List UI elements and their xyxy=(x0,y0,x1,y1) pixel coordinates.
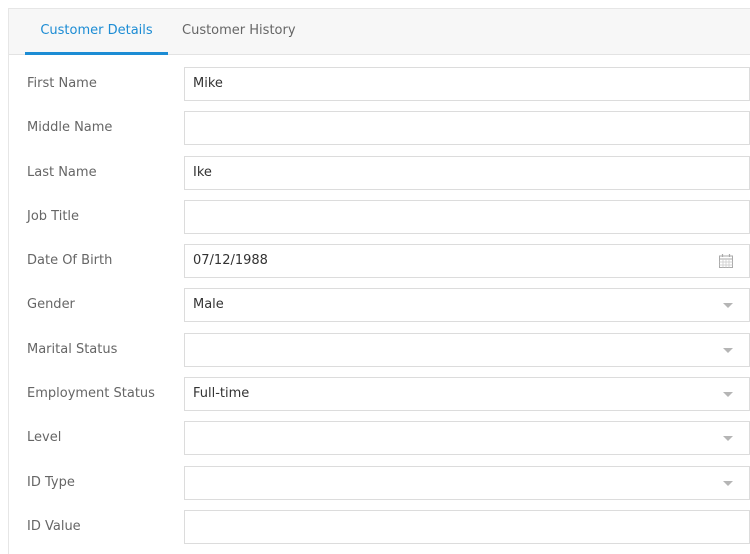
level-select[interactable] xyxy=(184,421,750,455)
row-gender: Gender Male xyxy=(9,283,750,327)
id-type-select[interactable] xyxy=(184,466,750,500)
chevron-down-icon[interactable] xyxy=(723,436,733,441)
tab-customer-history[interactable]: Customer History xyxy=(172,9,306,55)
job-title-field[interactable] xyxy=(184,200,750,234)
row-date-of-birth: Date Of Birth 07/12/1988 xyxy=(9,239,750,283)
middle-name-label: Middle Name xyxy=(27,120,113,135)
gender-select[interactable]: Male xyxy=(184,288,750,322)
row-level: Level xyxy=(9,416,750,460)
gender-label: Gender xyxy=(27,297,75,312)
job-title-label: Job Title xyxy=(27,209,80,224)
id-type-label: ID Type xyxy=(27,475,75,490)
first-name-label: First Name xyxy=(27,76,97,91)
last-name-label: Last Name xyxy=(27,165,97,180)
id-value-label: ID Value xyxy=(27,519,81,534)
chevron-down-icon[interactable] xyxy=(723,481,733,486)
row-employment-status: Employment Status Full-time xyxy=(9,372,750,416)
gender-value: Male xyxy=(193,297,224,312)
last-name-field[interactable]: Ike xyxy=(184,156,750,190)
middle-name-field[interactable] xyxy=(184,111,750,145)
tab-customer-details[interactable]: Customer Details xyxy=(25,9,168,55)
customer-panel: Customer Details Customer History First … xyxy=(8,8,750,554)
row-id-value: ID Value xyxy=(9,505,750,549)
row-job-title: Job Title xyxy=(9,195,750,239)
calendar-icon[interactable] xyxy=(718,253,734,269)
date-of-birth-value: 07/12/1988 xyxy=(193,253,268,268)
chevron-down-icon[interactable] xyxy=(723,392,733,397)
row-first-name: First Name Mike xyxy=(9,62,750,106)
last-name-value: Ike xyxy=(193,165,212,180)
first-name-field[interactable]: Mike xyxy=(184,67,750,101)
level-label: Level xyxy=(27,430,62,445)
row-last-name: Last Name Ike xyxy=(9,151,750,195)
tab-bar: Customer Details Customer History xyxy=(9,9,750,55)
marital-status-select[interactable] xyxy=(184,333,750,367)
employment-status-select[interactable]: Full-time xyxy=(184,377,750,411)
marital-status-label: Marital Status xyxy=(27,342,118,357)
row-id-type: ID Type xyxy=(9,461,750,505)
date-of-birth-field[interactable]: 07/12/1988 xyxy=(184,244,750,278)
employment-status-value: Full-time xyxy=(193,386,250,401)
row-marital-status: Marital Status xyxy=(9,328,750,372)
employment-status-label: Employment Status xyxy=(27,386,155,401)
chevron-down-icon[interactable] xyxy=(723,303,733,308)
chevron-down-icon[interactable] xyxy=(723,348,733,353)
date-of-birth-label: Date Of Birth xyxy=(27,253,113,268)
first-name-value: Mike xyxy=(193,76,223,91)
row-middle-name: Middle Name xyxy=(9,106,750,150)
id-value-field[interactable] xyxy=(184,510,750,544)
